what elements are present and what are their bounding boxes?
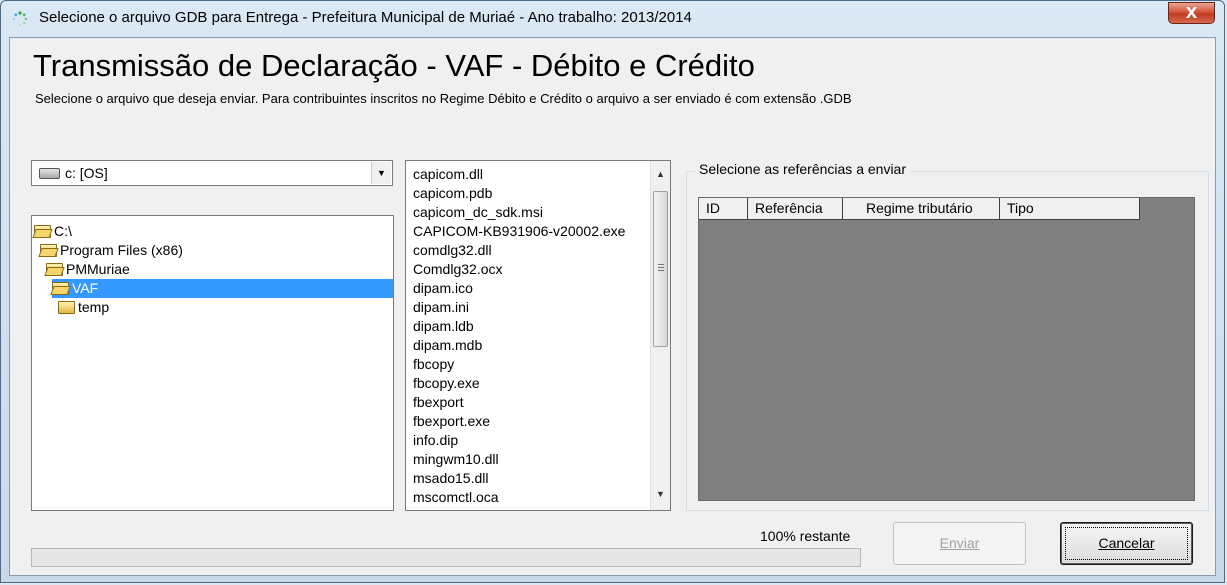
file-item[interactable]: Comdlg32.ocx <box>413 260 503 279</box>
file-item[interactable]: msado15.dll <box>413 469 489 488</box>
folder-open-icon <box>34 225 51 238</box>
file-item[interactable]: dipam.ldb <box>413 317 474 336</box>
scroll-down-arrow-icon[interactable]: ▼ <box>651 485 670 504</box>
directory-label: PMMuriae <box>66 261 130 277</box>
file-item[interactable]: capicom.dll <box>413 165 483 184</box>
directory-tree[interactable]: C:\ Program Files (x86) PMMuriae VAF tem… <box>31 215 394 511</box>
folder-open-icon <box>46 263 63 276</box>
scroll-up-arrow-icon[interactable]: ▲ <box>651 165 670 184</box>
send-button[interactable]: Enviar <box>893 522 1026 565</box>
grid-header: ID Referência Regime tributário Tipo <box>699 198 1140 220</box>
focus-rectangle <box>1065 527 1188 560</box>
scrollbar-thumb[interactable] <box>653 191 668 347</box>
drive-icon <box>39 168 60 179</box>
file-item[interactable]: mingwm10.dll <box>413 450 499 469</box>
close-button[interactable]: X <box>1168 2 1215 24</box>
file-item[interactable]: fbexport <box>413 393 464 412</box>
directory-item-selected[interactable]: VAF <box>52 279 393 298</box>
title-bar[interactable]: Selecione o arquivo GDB para Entrega - P… <box>1 1 1224 37</box>
file-item[interactable]: info.dip <box>413 431 458 450</box>
file-item[interactable]: capicom.pdb <box>413 184 492 203</box>
folder-open-icon <box>52 282 69 295</box>
window-title: Selecione o arquivo GDB para Entrega - P… <box>39 9 692 26</box>
directory-label: C:\ <box>54 223 72 239</box>
directory-label: temp <box>78 299 110 315</box>
file-item[interactable]: comdlg32.dll <box>413 241 492 260</box>
file-item[interactable]: mscomctl.oca <box>413 488 499 507</box>
page-subtitle: Selecione o arquivo que deseja enviar. P… <box>35 91 852 106</box>
file-list[interactable]: capicom.dll capicom.pdb capicom_dc_sdk.m… <box>405 160 671 511</box>
references-grid[interactable]: ID Referência Regime tributário Tipo <box>698 197 1195 501</box>
page-title: Transmissão de Declaração - VAF - Débito… <box>33 48 755 83</box>
cancel-button[interactable]: Cancelar <box>1060 522 1193 565</box>
file-item[interactable]: fbcopy <box>413 355 454 374</box>
file-item[interactable]: capicom_dc_sdk.msi <box>413 203 543 222</box>
directory-label: VAF <box>72 280 99 296</box>
folder-open-icon <box>40 244 57 257</box>
drive-select-value: c: [OS] <box>65 165 108 181</box>
column-header-referencia[interactable]: Referência <box>748 198 843 220</box>
directory-label: Program Files (x86) <box>60 242 183 258</box>
dropdown-arrow-icon[interactable]: ▼ <box>371 162 391 184</box>
send-button-label: Enviar <box>939 535 980 551</box>
file-item[interactable]: dipam.ico <box>413 279 473 298</box>
loading-spinner-icon <box>12 11 28 27</box>
status-text: 100% restante <box>760 528 851 544</box>
drive-select[interactable]: c: [OS] ▼ <box>31 160 393 186</box>
file-item[interactable]: dipam.mdb <box>413 336 482 355</box>
column-header-tipo[interactable]: Tipo <box>1000 198 1140 220</box>
file-item[interactable]: CAPICOM-KB931906-v20002.exe <box>413 222 625 241</box>
references-group-label: Selecione as referências a enviar <box>695 161 911 177</box>
folder-icon <box>58 301 75 314</box>
file-item[interactable]: fbcopy.exe <box>413 374 480 393</box>
column-header-regime[interactable]: Regime tributário <box>843 198 1000 220</box>
file-item[interactable]: dipam.ini <box>413 298 469 317</box>
file-item[interactable]: fbexport.exe <box>413 412 490 431</box>
column-header-id[interactable]: ID <box>699 198 748 220</box>
progress-bar <box>31 548 861 567</box>
file-list-scrollbar[interactable]: ▲ ▼ <box>650 161 670 510</box>
